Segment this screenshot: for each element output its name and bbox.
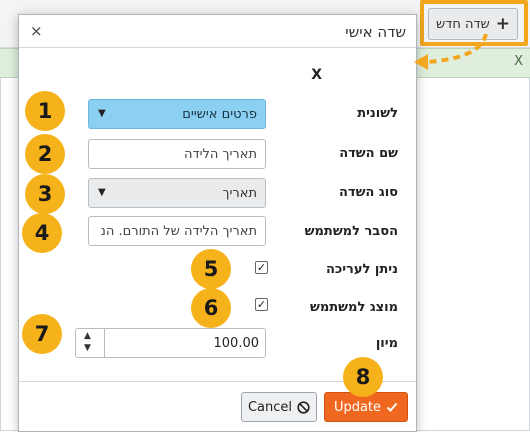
sort-stepper[interactable]: ▲ ▼ 100.00 xyxy=(75,328,266,358)
stepper-down-icon[interactable]: ▼ xyxy=(84,343,91,353)
field-type-select[interactable]: תאריך ▼ xyxy=(88,178,266,208)
arrow-icon xyxy=(414,33,488,70)
tab-select[interactable]: פרטים אישיים ▼ xyxy=(88,99,266,129)
check-icon xyxy=(386,402,398,412)
alert-close-button[interactable]: X xyxy=(514,54,523,69)
callout-6: 6 xyxy=(191,288,231,328)
callout-4: 4 xyxy=(22,213,62,253)
editable-label: ניתן לעריכה xyxy=(325,262,398,277)
user-explanation-input[interactable]: תאריך הלידה של התורם. הנ xyxy=(88,216,266,246)
field-type-label: סוג השדה xyxy=(339,185,398,200)
tab-select-value: פרטים אישיים xyxy=(182,106,257,122)
shown-to-user-checkbox[interactable]: ✓ xyxy=(255,298,268,311)
user-explanation-label: הסבר למשתמש xyxy=(304,224,398,239)
cancel-icon xyxy=(297,400,310,414)
cancel-label: Cancel xyxy=(247,399,293,415)
shown-to-user-label: מוצג למשתמש xyxy=(310,300,398,315)
user-explanation-value: תאריך הלידה של התורם. הנ xyxy=(100,223,257,239)
field-name-label: שם השדה xyxy=(339,146,398,161)
sort-value[interactable]: 100.00 xyxy=(214,336,260,351)
stepper-up-icon[interactable]: ▲ xyxy=(84,331,91,341)
tab-label: לשונית xyxy=(357,106,398,121)
dialog-title: שדה אישי xyxy=(345,23,406,41)
field-type-value: תאריך xyxy=(222,185,257,201)
editable-checkbox[interactable]: ✓ xyxy=(255,261,268,274)
section-label: X xyxy=(311,67,322,83)
sort-label: מיון xyxy=(375,336,398,351)
dialog-header: שדה אישי × xyxy=(19,15,416,48)
callout-5: 5 xyxy=(191,249,231,289)
field-name-input[interactable]: תאריך הלידה xyxy=(88,139,266,169)
update-label: Update xyxy=(333,399,382,415)
caret-down-icon: ▼ xyxy=(98,187,106,198)
callout-1: 1 xyxy=(25,91,65,131)
callout-8: 8 xyxy=(343,357,383,397)
caret-down-icon: ▼ xyxy=(98,108,106,119)
stepper-buttons: ▲ ▼ xyxy=(76,329,105,357)
close-icon[interactable]: × xyxy=(30,22,43,40)
cancel-button[interactable]: Cancel xyxy=(241,392,317,422)
callout-7: 7 xyxy=(22,314,62,354)
callout-2: 2 xyxy=(25,134,65,174)
field-name-value: תאריך הלידה xyxy=(184,146,257,162)
callout-3: 3 xyxy=(25,174,65,214)
